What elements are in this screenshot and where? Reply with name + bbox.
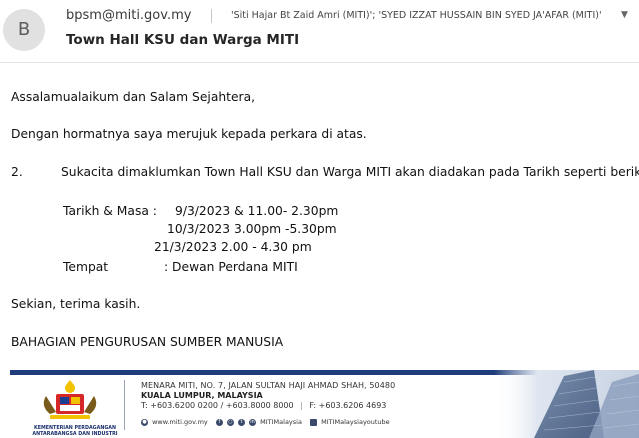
chevron-down-icon[interactable]: ▼ bbox=[621, 10, 628, 20]
banner-divider bbox=[124, 380, 125, 430]
item-text: Sukacita dimaklumkan Town Hall KSU dan W… bbox=[61, 165, 639, 179]
website-link[interactable]: www.miti.gov.my bbox=[152, 418, 208, 426]
email-header: B bpsm@miti.gov.my 'Siti Hajar Bt Zaid A… bbox=[0, 0, 639, 62]
date-2: 10/3/2023 3.00pm -5.30pm bbox=[167, 222, 337, 236]
address-line-2: KUALA LUMPUR, MALAYSIA bbox=[141, 391, 263, 400]
date-3: 21/3/2023 2.00 - 4.30 pm bbox=[154, 240, 312, 254]
globe-icon: ● bbox=[141, 418, 148, 426]
twitter-icon[interactable]: t bbox=[237, 418, 245, 426]
fax-number: F: +603.6206 4693 bbox=[309, 401, 387, 410]
greeting-text: Assalamualaikum dan Salam Sejahtera, bbox=[11, 90, 256, 104]
department-name: BAHAGIAN PENGURUSAN SUMBER MANUSIA bbox=[11, 335, 284, 349]
instagram-icon[interactable]: ○ bbox=[226, 418, 234, 426]
venue-value: : Dewan Perdana MITI bbox=[164, 260, 298, 274]
social-links: ● www.miti.gov.my f ○ t in MITIMalaysia … bbox=[141, 418, 396, 428]
address-line-1: MENARA MITI, NO. 7, JALAN SULTAN HAJI AH… bbox=[141, 381, 396, 390]
date-1: 9/3/2023 & 11.00- 2.30pm bbox=[175, 204, 339, 218]
youtube-icon[interactable] bbox=[310, 418, 318, 426]
signature-banner: KEMENTERIAN PERDAGANGAN ANTARABANGSA DAN… bbox=[0, 370, 639, 438]
item-number: 2. bbox=[11, 165, 23, 179]
email-subject: Town Hall KSU dan Warga MITI bbox=[66, 32, 300, 48]
sender-address[interactable]: bpsm@miti.gov.my bbox=[66, 8, 191, 23]
closing-text: Sekian, terima kasih. bbox=[11, 297, 141, 311]
sender-avatar[interactable]: B bbox=[3, 9, 45, 51]
linkedin-icon[interactable]: in bbox=[249, 418, 257, 426]
recipients-list[interactable]: 'Siti Hajar Bt Zaid Amri (MITI)'; 'SYED … bbox=[231, 10, 602, 21]
menara-miti-building-image bbox=[494, 370, 639, 438]
venue-label: Tempat bbox=[63, 260, 109, 274]
phone-numbers: T: +603.6200 0200 / +603.8000 8000 bbox=[141, 401, 294, 410]
contact-numbers: T: +603.6200 0200 / +603.8000 8000 | F: … bbox=[141, 401, 387, 410]
date-label: Tarikh & Masa : bbox=[63, 204, 157, 218]
intro-text: Dengan hormatnya saya merujuk kepada per… bbox=[11, 127, 367, 141]
ministry-name: KEMENTERIAN PERDAGANGAN ANTARABANGSA DAN… bbox=[32, 426, 118, 437]
facebook-icon[interactable]: f bbox=[215, 418, 223, 426]
social-handle[interactable]: MITIMalaysia bbox=[260, 418, 302, 426]
youtube-handle[interactable]: MITIMalaysiayoutube bbox=[321, 418, 390, 426]
header-divider bbox=[211, 9, 212, 23]
email-body: Assalamualaikum dan Salam Sejahtera, Den… bbox=[0, 63, 639, 363]
miti-crest-logo: KEMENTERIAN PERDAGANGAN ANTARABANGSA DAN… bbox=[20, 378, 120, 438]
